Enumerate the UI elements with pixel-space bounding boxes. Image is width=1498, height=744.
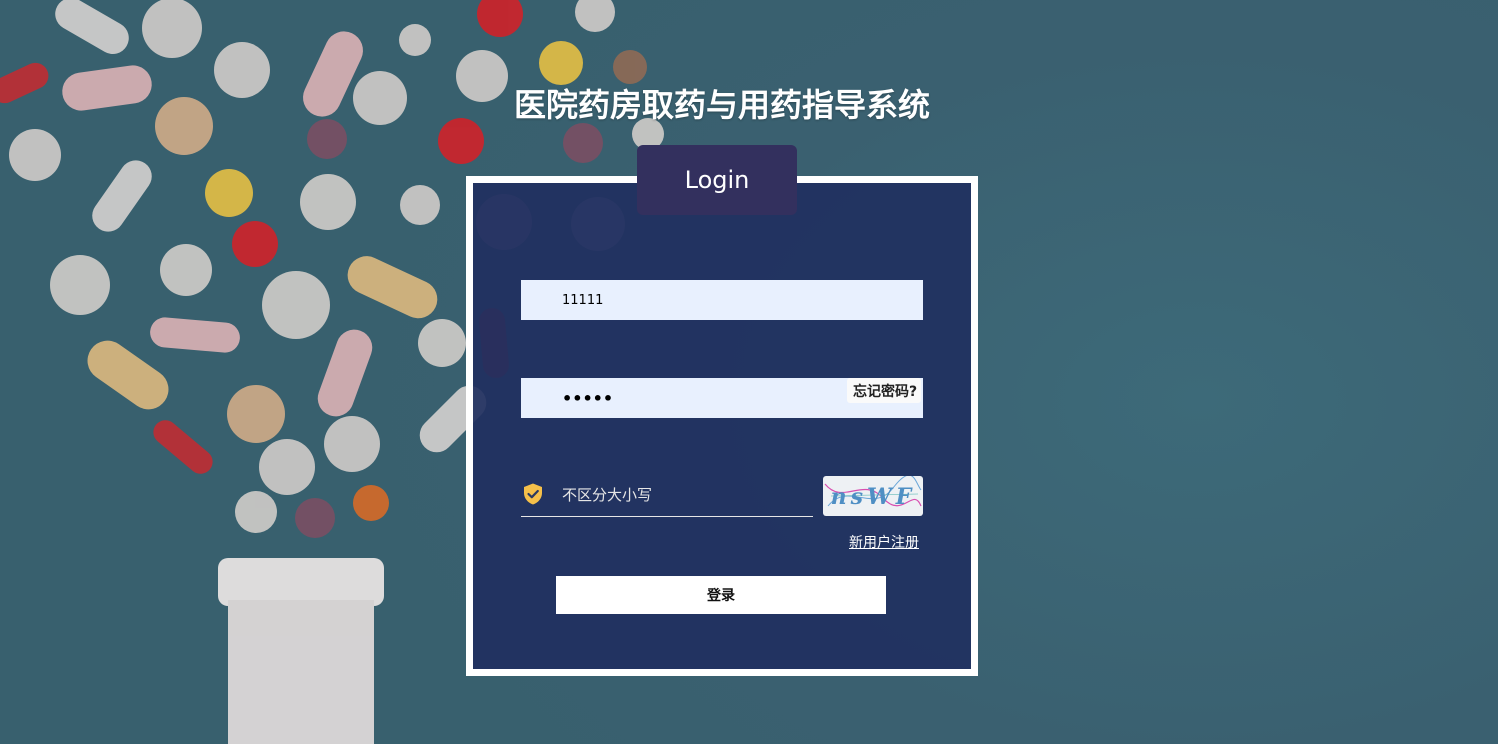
captcha-graphic: nsWF [824, 476, 922, 510]
forgot-password-link[interactable]: 忘记密码? [847, 378, 922, 403]
login-button[interactable]: 登录 [556, 576, 886, 614]
username-input[interactable]: 11111 [521, 280, 923, 320]
login-tab: Login [637, 145, 797, 215]
captcha-field[interactable]: 不区分大小写 [521, 476, 813, 517]
captcha-text: nsWF [831, 484, 916, 510]
page-title: 医院药房取药与用药指导系统 [513, 86, 930, 124]
captcha-image[interactable]: nsWF [823, 476, 923, 516]
register-link[interactable]: 新用户注册 [849, 532, 919, 552]
captcha-input[interactable]: 不区分大小写 [562, 484, 652, 505]
shield-check-icon [524, 483, 542, 505]
